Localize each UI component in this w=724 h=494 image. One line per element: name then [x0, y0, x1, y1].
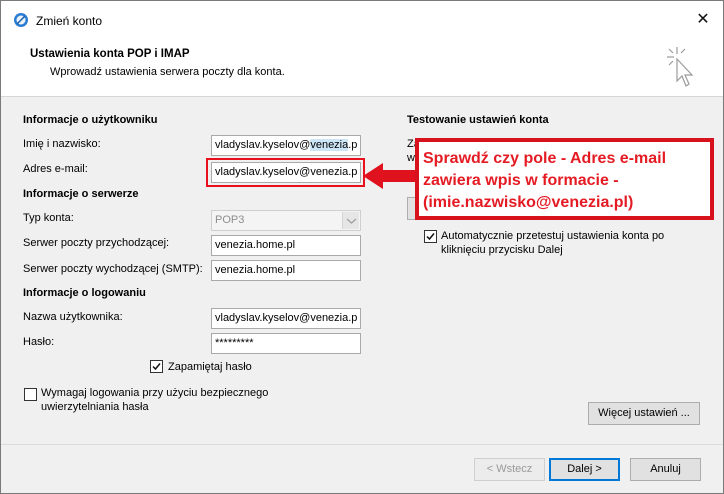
email-highlight-box [206, 158, 365, 187]
user-info-section-title: Informacje o użytkowniku [23, 114, 158, 126]
annotation-line2: zawiera wpis w formacie - [423, 172, 619, 189]
window-title: Zmień konto [36, 14, 103, 28]
cancel-button[interactable]: Anuluj [630, 458, 701, 481]
click-cursor-icon [667, 47, 694, 87]
email-label: Adres e-mail: [23, 163, 88, 175]
password-field[interactable]: ********* [211, 333, 361, 354]
title-bar: Zmień konto ✕ [1, 1, 723, 35]
name-field-selection: venezia [310, 139, 349, 151]
auto-test-label-line1: Automatycznie przetestuj ustawienia kont… [441, 230, 665, 242]
name-field-suffix: .p [348, 139, 358, 151]
spa-checkbox[interactable] [24, 388, 37, 401]
outgoing-server-field[interactable]: venezia.home.pl [211, 260, 361, 281]
footer-separator [1, 444, 723, 445]
name-label: Imię i nazwisko: [23, 138, 101, 150]
password-label: Hasło: [23, 336, 55, 348]
annotation-line3: (imie.nazwisko@venezia.pl) [423, 194, 634, 211]
outgoing-server-label: Serwer poczty wychodzącej (SMTP): [23, 263, 203, 275]
header-title: Ustawienia konta POP i IMAP [30, 48, 190, 60]
auto-test-checkbox[interactable] [424, 230, 437, 243]
account-type-label: Typ konta: [23, 212, 74, 224]
incoming-server-field[interactable]: venezia.home.pl [211, 235, 361, 256]
annotation-line1: Sprawdź czy pole - Adres e-mail [423, 150, 667, 167]
spa-label-line1: Wymagaj logowania przy użyciu bezpieczne… [41, 387, 269, 399]
check-icon [426, 233, 435, 241]
username-label: Nazwa użytkownika: [23, 311, 123, 323]
spa-label-line2: uwierzytelniania hasła [41, 401, 149, 413]
account-type-select: POP3 [211, 210, 361, 231]
chevron-down-icon [342, 212, 359, 229]
account-type-value: POP3 [215, 214, 245, 226]
close-icon[interactable]: ✕ [691, 9, 715, 31]
incoming-server-label: Serwer poczty przychodzącej: [23, 237, 170, 249]
auto-test-label-line2: kliknięciu przycisku Dalej [441, 244, 563, 256]
name-field-prefix: vladyslav.kyselov@ [215, 139, 311, 151]
username-field[interactable]: vladyslav.kyselov@venezia.p [211, 308, 361, 329]
annotation-callout: Sprawdź czy pole - Adres e-mail zawiera … [415, 138, 714, 220]
test-settings-section-title: Testowanie ustawień konta [407, 114, 549, 126]
remember-password-label: Zapamiętaj hasło [168, 361, 252, 373]
red-arrow-left-icon [363, 163, 419, 189]
dialog-window: Zmień konto ✕ Ustawienia konta POP i IMA… [0, 0, 724, 494]
more-settings-button[interactable]: Więcej ustawień ... [588, 402, 700, 425]
header-subtitle: Wprowadź ustawienia serwera poczty dla k… [50, 66, 285, 78]
login-info-section-title: Informacje o logowaniu [23, 287, 146, 299]
next-button[interactable]: Dalej > [549, 458, 620, 481]
back-button[interactable]: < Wstecz [474, 458, 545, 481]
name-field[interactable]: vladyslav.kyselov@venezia.p [211, 135, 361, 156]
dialog-header: Ustawienia konta POP i IMAP Wprowadź ust… [1, 35, 723, 97]
remember-password-checkbox[interactable] [150, 360, 163, 373]
server-info-section-title: Informacje o serwerze [23, 188, 139, 200]
check-icon [152, 363, 161, 371]
outlook-icon [14, 13, 28, 27]
